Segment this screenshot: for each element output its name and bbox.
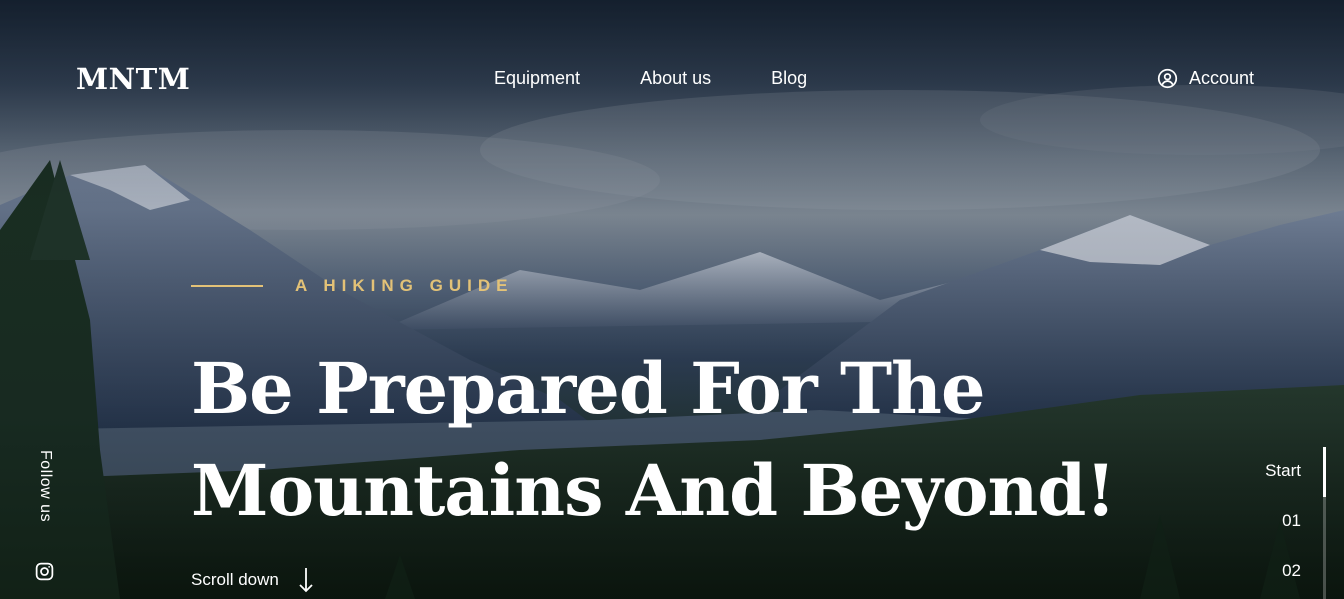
slide-02[interactable]: 02 [1282,561,1301,581]
follow-us-label: Follow us [37,450,54,523]
eyebrow-text: A HIKING GUIDE [295,276,514,295]
slide-progress-track [1323,497,1326,599]
slide-progress-active [1323,447,1326,497]
slide-start[interactable]: Start [1265,461,1301,481]
headline-line-1: Be Prepared For The [191,347,986,430]
hero-headline: Be Prepared For The Mountains And Beyond… [191,338,1191,542]
scroll-down-button[interactable]: Scroll down [191,566,315,594]
brand-logo[interactable]: MNTM [76,62,190,96]
headline-line-2: Mountains And Beyond! [191,449,1116,532]
account-label: Account [1189,68,1255,88]
eyebrow-divider [191,285,263,287]
nav-item-blog[interactable]: Blog [771,68,807,89]
scroll-down-label: Scroll down [191,570,279,589]
hero-section: MNTM Equipment About us Blog Account A H… [0,0,1344,599]
user-circle-icon [1157,68,1178,89]
arrow-down-icon [299,568,313,593]
slide-navigation: Start 01 02 [1224,447,1344,599]
main-nav: Equipment About us Blog [494,68,807,89]
hero-eyebrow: A HIKING GUIDE [191,276,513,296]
nav-item-about-us[interactable]: About us [640,68,711,89]
slide-01[interactable]: 01 [1282,511,1301,531]
instagram-icon[interactable] [34,561,55,582]
account-button[interactable]: Account [1157,68,1254,89]
nav-item-equipment[interactable]: Equipment [494,68,580,89]
